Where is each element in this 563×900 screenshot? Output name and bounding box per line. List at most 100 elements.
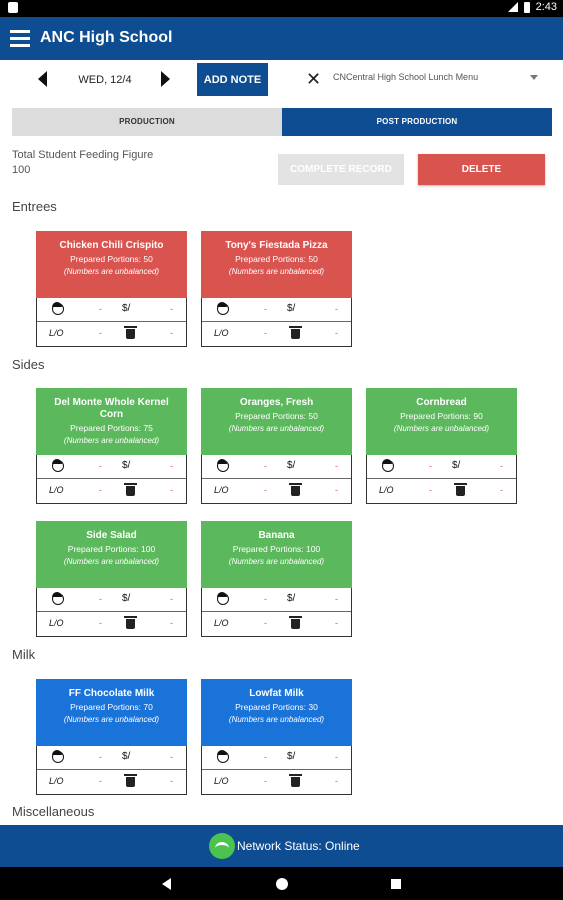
chevron-down-icon[interactable]: [530, 75, 538, 80]
students-served-value[interactable]: -: [99, 752, 102, 762]
notification-icon: [8, 2, 18, 13]
leftover-label: L/O: [214, 618, 229, 628]
menu-item-card[interactable]: Chicken Chili Crispito Prepared Portions:…: [36, 231, 187, 347]
waste-value[interactable]: -: [335, 328, 338, 338]
leftover-value[interactable]: -: [264, 485, 267, 495]
sold-label: $/: [122, 460, 131, 471]
tab-production[interactable]: PRODUCTION: [12, 108, 282, 136]
unbalanced-note: (Numbers are unbalanced): [228, 267, 325, 276]
delete-button[interactable]: DELETE: [418, 154, 545, 185]
menu-item-card[interactable]: Side Salad Prepared Portions: 100 (Numbers…: [36, 521, 187, 637]
prepared-portions: Prepared Portions: 75: [70, 423, 153, 433]
recent-apps-icon[interactable]: [391, 879, 401, 889]
menu-item-header[interactable]: Chicken Chili Crispito Prepared Portions:…: [36, 231, 187, 298]
battery-icon: [523, 1, 530, 13]
network-status-bar: Network Status: Online: [0, 825, 563, 867]
menu-item-header[interactable]: Del Monte Whole Kernel Corn Prepared Port…: [36, 388, 187, 455]
waste-value[interactable]: -: [335, 485, 338, 495]
leftover-value[interactable]: -: [429, 485, 432, 495]
waste-value[interactable]: -: [170, 485, 173, 495]
app-title: ANC High School: [40, 29, 173, 46]
menu-item-card[interactable]: Oranges, Fresh Prepared Portions: 50 (Numb…: [201, 388, 352, 504]
student-served-icon: [52, 459, 64, 472]
menu-item-fields: - $/ - L/O - -: [366, 455, 517, 504]
leftover-value[interactable]: -: [99, 776, 102, 786]
waste-value[interactable]: -: [170, 776, 173, 786]
menu-item-header[interactable]: Banana Prepared Portions: 100 (Numbers are…: [201, 521, 352, 588]
prepared-portions: Prepared Portions: 50: [70, 254, 153, 264]
students-served-value[interactable]: -: [99, 594, 102, 604]
students-served-value[interactable]: -: [429, 461, 432, 471]
sold-label: $/: [287, 303, 296, 314]
leftover-label: L/O: [49, 618, 64, 628]
sold-label: $/: [287, 751, 296, 762]
menu-item-card[interactable]: Del Monte Whole Kernel Corn Prepared Port…: [36, 388, 187, 504]
sold-value[interactable]: -: [335, 594, 338, 604]
unbalanced-note: (Numbers are unbalanced): [228, 715, 325, 724]
menu-item-header[interactable]: Oranges, Fresh Prepared Portions: 50 (Numb…: [201, 388, 352, 455]
unbalanced-note: (Numbers are unbalanced): [63, 436, 160, 445]
menu-item-fields: - $/ - L/O - -: [36, 298, 187, 347]
menu-item-name: Del Monte Whole Kernel Corn: [54, 397, 169, 420]
menu-item-card[interactable]: FF Chocolate Milk Prepared Portions: 70 (N…: [36, 679, 187, 795]
sold-value[interactable]: -: [170, 304, 173, 314]
waste-value[interactable]: -: [170, 328, 173, 338]
menu-item-header[interactable]: Lowfat Milk Prepared Portions: 30 (Numbers…: [201, 679, 352, 746]
leftover-value[interactable]: -: [99, 618, 102, 628]
menu-item-card[interactable]: Banana Prepared Portions: 100 (Numbers are…: [201, 521, 352, 637]
sold-value[interactable]: -: [335, 752, 338, 762]
students-served-value[interactable]: -: [264, 461, 267, 471]
sold-value[interactable]: -: [170, 594, 173, 604]
sold-value[interactable]: -: [500, 461, 503, 471]
sold-value[interactable]: -: [170, 752, 173, 762]
waste-value[interactable]: -: [335, 618, 338, 628]
leftover-value[interactable]: -: [264, 776, 267, 786]
leftover-value[interactable]: -: [99, 485, 102, 495]
complete-record-button[interactable]: COMPLETE RECORD: [278, 154, 404, 185]
hamburger-menu-icon[interactable]: [10, 30, 30, 47]
add-note-button[interactable]: ADD NOTE: [197, 63, 268, 96]
students-served-value[interactable]: -: [264, 304, 267, 314]
menu-item-card[interactable]: Cornbread Prepared Portions: 90 (Numbers a…: [366, 388, 517, 504]
home-icon[interactable]: [276, 878, 288, 890]
unbalanced-note: (Numbers are unbalanced): [393, 424, 490, 433]
leftover-value[interactable]: -: [99, 328, 102, 338]
menu-item-name: Cornbread: [416, 397, 467, 408]
students-served-value[interactable]: -: [99, 304, 102, 314]
menu-item-header[interactable]: FF Chocolate Milk Prepared Portions: 70 (N…: [36, 679, 187, 746]
sold-value[interactable]: -: [335, 304, 338, 314]
sold-label: $/: [287, 593, 296, 604]
leftover-value[interactable]: -: [264, 618, 267, 628]
menu-item-fields: - $/ - L/O - -: [36, 455, 187, 504]
waste-value[interactable]: -: [170, 618, 173, 628]
unbalanced-note: (Numbers are unbalanced): [228, 557, 325, 566]
sold-value[interactable]: -: [170, 461, 173, 471]
students-served-value[interactable]: -: [264, 594, 267, 604]
waste-value[interactable]: -: [500, 485, 503, 495]
section-title-sides: Sides: [12, 357, 45, 372]
system-nav-bar: [0, 867, 563, 900]
menu-item-card[interactable]: Lowfat Milk Prepared Portions: 30 (Numbers…: [201, 679, 352, 795]
menu-item-fields: - $/ - L/O - -: [36, 746, 187, 795]
students-served-value[interactable]: -: [99, 461, 102, 471]
date-bar: WED, 12/4 ADD NOTE ✕ CNCentral High Scho…: [0, 60, 563, 102]
menu-item-fields: - $/ - L/O - -: [201, 455, 352, 504]
tab-post-production[interactable]: POST PRODUCTION: [282, 108, 552, 136]
trash-icon: [124, 483, 137, 496]
menu-item-header[interactable]: Tony's Fiestada Pizza Prepared Portions: …: [201, 231, 352, 298]
previous-day-icon[interactable]: [38, 71, 47, 87]
app-bar: ANC High School: [0, 17, 563, 60]
leftover-value[interactable]: -: [264, 328, 267, 338]
menu-item-header[interactable]: Cornbread Prepared Portions: 90 (Numbers a…: [366, 388, 517, 455]
menu-select[interactable]: CNCentral High School Lunch Menu: [333, 72, 533, 82]
next-day-icon[interactable]: [161, 71, 170, 87]
menu-item-header[interactable]: Side Salad Prepared Portions: 100 (Numbers…: [36, 521, 187, 588]
sold-value[interactable]: -: [335, 461, 338, 471]
menu-item-card[interactable]: Tony's Fiestada Pizza Prepared Portions: …: [201, 231, 352, 347]
back-icon[interactable]: [162, 878, 171, 890]
feeding-figure-label: Total Student Feeding Figure: [12, 149, 154, 161]
waste-value[interactable]: -: [335, 776, 338, 786]
menu-item-fields: - $/ - L/O - -: [201, 746, 352, 795]
students-served-value[interactable]: -: [264, 752, 267, 762]
prepared-portions: Prepared Portions: 50: [235, 254, 318, 264]
